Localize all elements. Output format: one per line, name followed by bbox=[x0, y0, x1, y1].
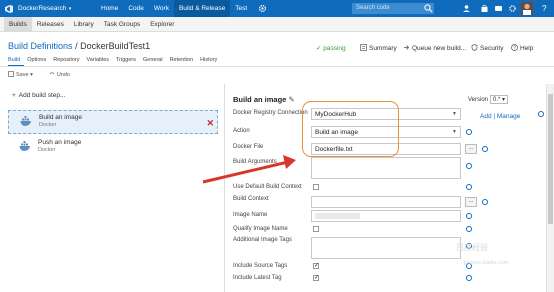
scrollbar-thumb[interactable] bbox=[548, 94, 553, 224]
scrollbar[interactable] bbox=[546, 84, 554, 292]
watermark-url: jingyan.baidu.com bbox=[464, 260, 509, 266]
watermark: 百度经验 bbox=[456, 243, 488, 252]
